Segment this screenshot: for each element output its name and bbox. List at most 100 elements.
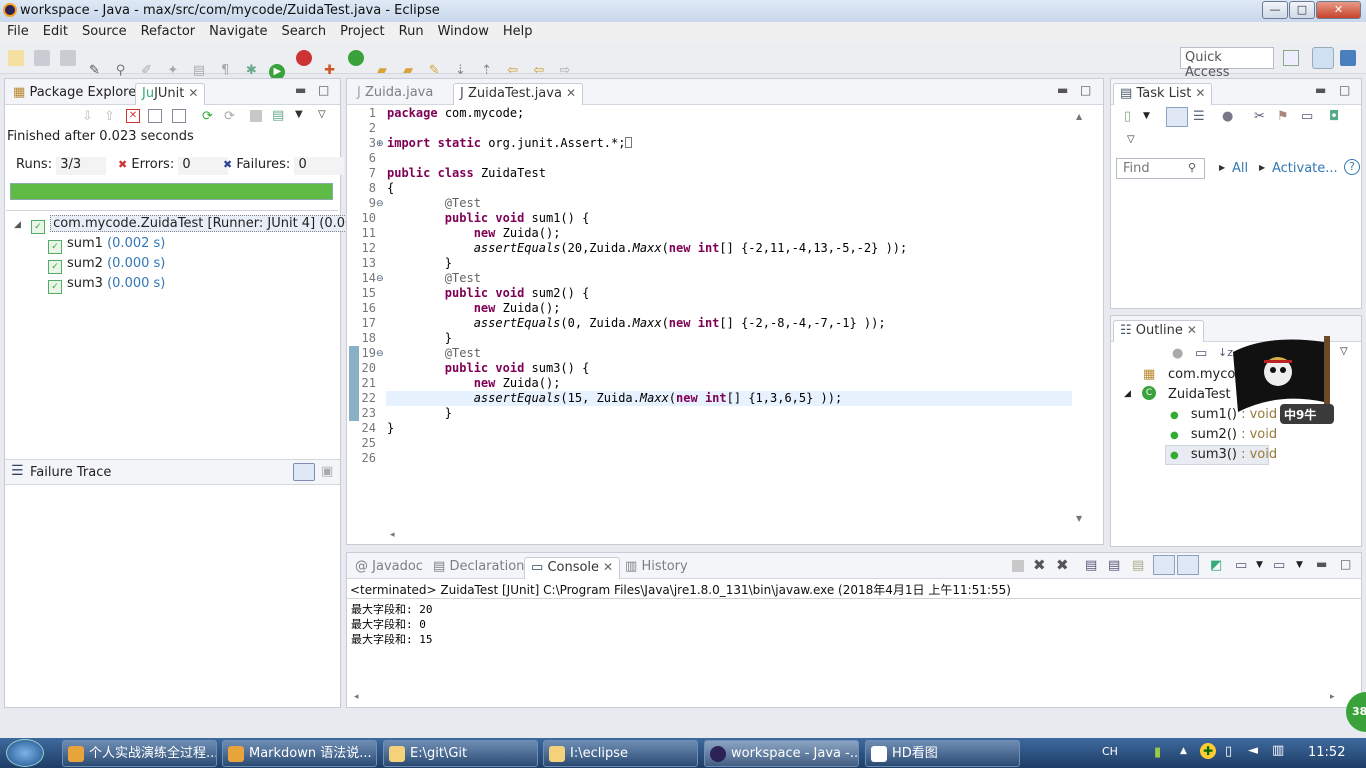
- focus-icon[interactable]: ◘: [1329, 109, 1339, 124]
- debug-perspective-icon[interactable]: [1340, 50, 1356, 66]
- maximize-panel-icon[interactable]: □: [318, 83, 329, 97]
- taskbar-item-eclipse-folder[interactable]: I:\eclipse: [543, 740, 698, 767]
- tab-outline[interactable]: ☷ Outline ✕: [1113, 320, 1204, 342]
- scheduled-icon[interactable]: ☰: [1193, 109, 1205, 124]
- fold-collapse-icon[interactable]: ⊖: [376, 199, 384, 209]
- doc-icon[interactable]: ▤: [191, 63, 207, 79]
- tab-zuida-java[interactable]: J Zuida.java: [351, 83, 439, 105]
- remove-launch-icon[interactable]: ✖: [1033, 556, 1046, 574]
- code-line[interactable]: public void sum3() {: [387, 361, 590, 375]
- close-icon[interactable]: ✕: [603, 560, 613, 574]
- view-menu-icon[interactable]: ▽: [1340, 346, 1348, 357]
- code-line[interactable]: public void sum1() {: [387, 211, 590, 225]
- menu-source[interactable]: Source: [75, 22, 134, 42]
- dropdown-icon[interactable]: ▼: [1296, 560, 1303, 570]
- code-line[interactable]: @Test: [387, 271, 481, 285]
- forward-icon[interactable]: ⇨: [557, 63, 573, 79]
- rerun-icon[interactable]: ⟳: [202, 109, 213, 124]
- search-tool-icon[interactable]: ✎: [426, 63, 442, 79]
- collapse-outline-icon[interactable]: ▭: [1195, 346, 1207, 361]
- test-case-row[interactable]: ✓ sum2 (0.000 s): [48, 254, 165, 274]
- pin-console-icon[interactable]: ◩: [1210, 558, 1222, 573]
- fold-expand-icon[interactable]: ⊕: [376, 139, 384, 149]
- next-failure-icon[interactable]: ⇩: [82, 109, 93, 124]
- clock[interactable]: 11:52: [1308, 745, 1345, 760]
- code-line[interactable]: import static org.junit.Assert.*;: [387, 136, 633, 150]
- code-line[interactable]: }: [387, 331, 452, 345]
- code-line[interactable]: }: [387, 406, 452, 420]
- maximize-button[interactable]: □: [1289, 1, 1315, 19]
- open-perspective-icon[interactable]: [1283, 50, 1299, 66]
- display-console-icon[interactable]: ▭: [1235, 558, 1247, 573]
- menu-refactor[interactable]: Refactor: [134, 22, 203, 42]
- close-icon[interactable]: ✕: [566, 86, 576, 100]
- remove-all-icon[interactable]: ✖: [1056, 556, 1069, 574]
- open-console-icon[interactable]: ▭: [1273, 558, 1285, 573]
- dropdown-icon[interactable]: ▼: [1143, 111, 1150, 121]
- close-icon[interactable]: ✕: [1187, 323, 1197, 337]
- filter-stack-icon[interactable]: [293, 463, 315, 481]
- code-line[interactable]: new Zuida();: [387, 376, 561, 390]
- stop-icon[interactable]: [250, 110, 262, 122]
- outline-class[interactable]: ZuidaTest: [1168, 387, 1231, 402]
- taskbar-item-browser[interactable]: 个人实战演练全过程...: [62, 740, 217, 767]
- collapse-all-icon[interactable]: ▭: [1301, 109, 1313, 124]
- code-line[interactable]: public class ZuidaTest: [387, 166, 546, 180]
- failures-only-icon[interactable]: ✕: [126, 109, 140, 123]
- tab-javadoc[interactable]: @ Javadoc: [349, 557, 429, 579]
- maximize-panel-icon[interactable]: □: [1339, 83, 1350, 97]
- skip-breakpoints-icon[interactable]: ✎: [86, 63, 102, 79]
- tab-history[interactable]: ▥ History: [619, 557, 694, 579]
- scroll-down-icon[interactable]: ▼: [1076, 514, 1082, 523]
- menu-run[interactable]: Run: [392, 22, 431, 42]
- code-line[interactable]: new Zuida();: [387, 301, 561, 315]
- back-icon[interactable]: ⇦: [531, 63, 547, 79]
- editor-horizontal-scrollbar[interactable]: ◂: [390, 530, 395, 540]
- filter-icon[interactable]: ●: [1222, 109, 1233, 124]
- last-edit-icon[interactable]: ⇦: [505, 63, 521, 79]
- menu-project[interactable]: Project: [333, 22, 391, 42]
- new-class-icon[interactable]: [347, 50, 364, 66]
- menu-search[interactable]: Search: [274, 22, 333, 42]
- test-case-row[interactable]: ✓ sum3 (0.000 s): [48, 274, 165, 294]
- categorize-icon[interactable]: [1166, 107, 1188, 127]
- quick-access-input[interactable]: Quick Access: [1180, 47, 1274, 80]
- new-task-icon[interactable]: ▯: [1124, 109, 1131, 124]
- new-icon[interactable]: [8, 50, 24, 66]
- external-tools-icon[interactable]: ✚: [322, 63, 338, 79]
- pen-icon[interactable]: ✐: [139, 63, 155, 79]
- volume-icon[interactable]: ◄: [1248, 743, 1258, 758]
- save-icon[interactable]: [34, 50, 51, 66]
- minimize-panel-icon[interactable]: ▬: [1057, 83, 1068, 97]
- battery-icon[interactable]: ▮: [1154, 745, 1161, 760]
- rerun-failed-icon[interactable]: ⟳: [224, 109, 235, 124]
- dropdown-icon[interactable]: ▼: [295, 109, 303, 120]
- code-line[interactable]: assertEquals(15, Zuida.Maxx(new int[] {1…: [387, 391, 843, 405]
- prev-annotation-icon[interactable]: ⇡: [479, 63, 495, 79]
- maximize-panel-icon[interactable]: □: [1340, 557, 1351, 571]
- code-line[interactable]: }: [387, 256, 452, 270]
- outline-method[interactable]: ● sum3() : void: [1170, 447, 1277, 462]
- clear-console-icon[interactable]: ▤: [1085, 558, 1097, 573]
- outline-method[interactable]: ● sum2() : void: [1170, 427, 1277, 442]
- paragraph-icon[interactable]: ¶: [217, 63, 233, 79]
- scroll-lock-icon[interactable]: [172, 109, 186, 123]
- hide-fields-icon[interactable]: ●: [1172, 346, 1183, 361]
- open-folder-icon[interactable]: ▰: [400, 63, 416, 79]
- tab-task-list[interactable]: ▤ Task List ✕: [1113, 83, 1213, 105]
- close-icon[interactable]: ✕: [188, 86, 198, 100]
- synchronize-icon[interactable]: ⚑: [1277, 109, 1289, 124]
- code-line[interactable]: new Zuida();: [387, 226, 561, 240]
- coverage-icon[interactable]: [295, 50, 312, 66]
- taskbar-item-image-viewer[interactable]: HD看图: [865, 740, 1020, 767]
- minimize-panel-icon[interactable]: ▬: [1315, 83, 1326, 97]
- wand-icon[interactable]: ✦: [165, 63, 181, 79]
- collapse-icon[interactable]: ◢: [14, 220, 21, 230]
- word-wrap-icon[interactable]: ▤: [1132, 558, 1144, 573]
- hide-completed-icon[interactable]: ✂: [1254, 109, 1265, 124]
- minimize-panel-icon[interactable]: ▬: [295, 83, 306, 97]
- taskbar-item-git-folder[interactable]: E:\git\Git: [383, 740, 538, 767]
- taskbar-item-markdown[interactable]: Markdown 语法说...: [222, 740, 377, 767]
- all-link[interactable]: All: [1232, 161, 1248, 176]
- activate-link[interactable]: Activate...: [1272, 161, 1338, 176]
